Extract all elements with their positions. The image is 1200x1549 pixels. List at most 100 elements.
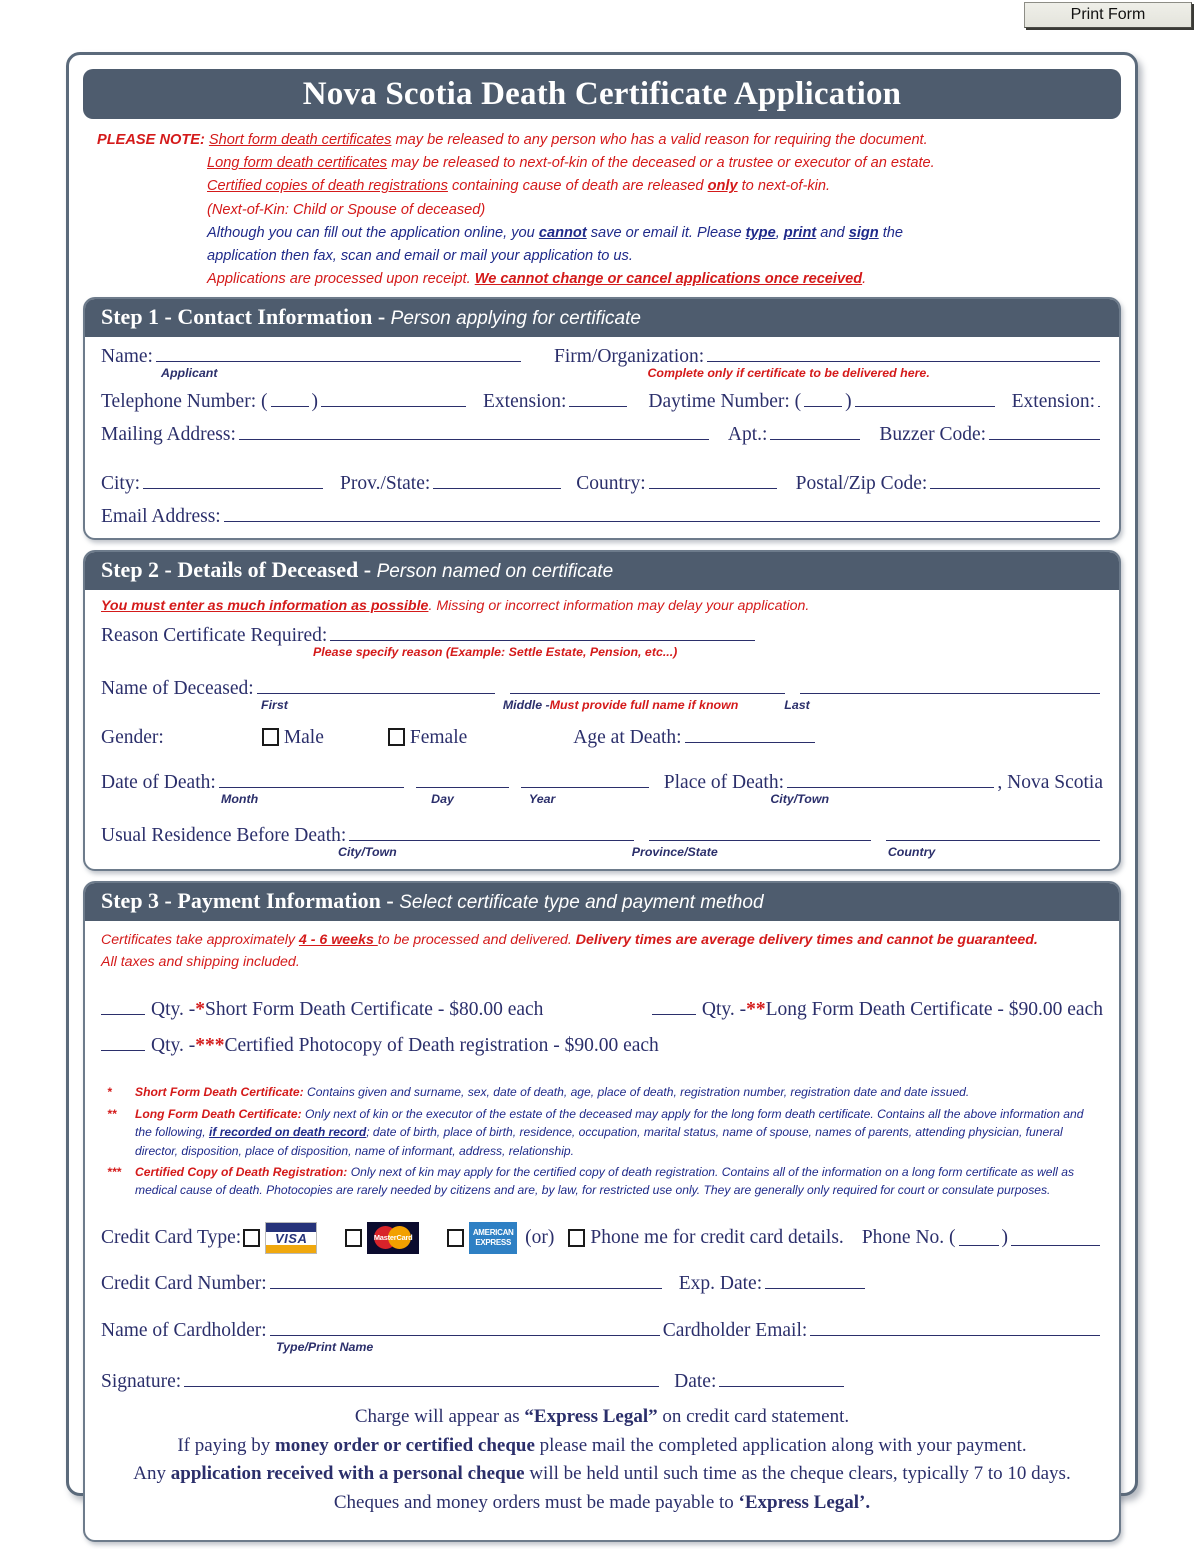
visa-checkbox[interactable]: [243, 1228, 261, 1247]
note-7-warning: We cannot change or cancel applications …: [474, 271, 863, 288]
note-2-rest: may be released to next-of-kin of the de…: [387, 155, 935, 172]
buzzer-code-input[interactable]: [989, 423, 1100, 441]
footer-2-c: please mail the completed application al…: [534, 1434, 1027, 1456]
residence-city-input[interactable]: [349, 824, 635, 842]
cardholder-caption: Type/Print Name: [276, 1339, 374, 1354]
step-3-header: Step 3 - Payment Information - Select ce…: [85, 883, 1119, 922]
telephone-input[interactable]: [321, 390, 466, 408]
firm-input[interactable]: [707, 345, 1100, 363]
daytime-area-code-input[interactable]: [804, 390, 843, 408]
qty-stars-3: ***: [195, 1035, 225, 1057]
phone-number-input[interactable]: [1011, 1229, 1100, 1247]
deceased-middle-name-input[interactable]: [509, 677, 785, 695]
footer-1-c: on credit card statement.: [657, 1405, 850, 1427]
residence-province-input[interactable]: [649, 824, 872, 842]
note-3-mid: containing cause of death are released: [447, 178, 708, 195]
telephone-area-code-input[interactable]: [270, 390, 309, 408]
age-at-death-input[interactable]: [684, 726, 815, 744]
phone-me-checkbox[interactable]: [568, 1228, 586, 1247]
credit-card-number-input[interactable]: [269, 1272, 662, 1289]
print-form-button[interactable]: Print Form: [1024, 2, 1192, 28]
cardholder-email-input[interactable]: [810, 1319, 1100, 1336]
qty-long-form: Qty. - ** Long Form Death Certificate - …: [651, 999, 1103, 1021]
city-input[interactable]: [143, 472, 324, 490]
place-of-death-input[interactable]: [787, 771, 995, 789]
country-label: Country:: [576, 473, 646, 495]
cardholder-name-label: Name of Cardholder:: [101, 1319, 267, 1341]
amex-checkbox[interactable]: [447, 1228, 465, 1247]
delivery-b: to be processed and delivered.: [377, 932, 576, 949]
phone-area-code-input[interactable]: [958, 1229, 999, 1247]
signature-date-label: Date:: [674, 1370, 717, 1392]
telephone-row: Telephone Number: ( ) Extension: Daytime…: [101, 390, 1103, 413]
please-note-label: PLEASE NOTE: [97, 132, 200, 148]
male-checkbox[interactable]: [261, 728, 279, 747]
footer-2-a: If paying by: [177, 1434, 275, 1456]
email-address-label: Email Address:: [101, 506, 221, 528]
qty-short-form-input[interactable]: [101, 1000, 145, 1016]
death-year-input[interactable]: [520, 771, 649, 789]
prov-state-input[interactable]: [433, 472, 562, 490]
mastercard-logo-text: MasterCard: [373, 1232, 413, 1242]
qty-text-2: Long Form Death Certificate - $90.00 eac…: [765, 999, 1103, 1021]
note-3-end: to next-of-kin.: [737, 178, 831, 195]
footnote-2: ** Long Form Death Certificate: Only nex…: [101, 1105, 1103, 1160]
buzzer-code-label: Buzzer Code:: [879, 424, 987, 446]
delivery-a: Certificates take approximately: [101, 932, 299, 949]
qty-long-form-input[interactable]: [651, 1000, 696, 1016]
deceased-first-name-input[interactable]: [256, 677, 495, 695]
cardholder-name-input[interactable]: [269, 1319, 660, 1336]
note-6-text: application then fax, scan and email or …: [207, 248, 633, 265]
postal-zip-input[interactable]: [930, 472, 1100, 490]
death-month-input[interactable]: [218, 771, 404, 789]
gender-row: Gender: Male Female Age at Death:: [101, 726, 1103, 749]
next-of-kin-definition: (Next-of-Kin: Child or Spouse of decease…: [207, 201, 486, 218]
email-address-input[interactable]: [223, 505, 1100, 523]
footnote-1: * Short Form Death Certificate: Contains…: [101, 1083, 1103, 1101]
mailing-address-input[interactable]: [238, 423, 709, 441]
signature-date-input[interactable]: [719, 1370, 845, 1387]
amex-logo-line1: AMERICAN: [472, 1227, 514, 1237]
death-day-input[interactable]: [415, 771, 509, 789]
mastercard-checkbox[interactable]: [345, 1228, 363, 1247]
place-of-death-label: Place of Death:: [663, 772, 784, 794]
signature-input[interactable]: [184, 1370, 660, 1387]
reason-caption: Please specify reason (Example: Settle E…: [313, 645, 678, 660]
phone-paren: ): [1001, 1226, 1009, 1248]
gender-female-option[interactable]: Female: [387, 727, 467, 749]
apt-input[interactable]: [770, 423, 861, 441]
visa-logo-text: VISA: [275, 1230, 308, 1246]
note-line-6: application then fax, scan and email or …: [97, 245, 1115, 268]
extension-label: Extension:: [483, 391, 567, 413]
country-input[interactable]: [648, 472, 777, 490]
daytime-paren: ): [845, 391, 852, 413]
extension-input[interactable]: [569, 390, 628, 408]
footnote-1-text: Contains given and surname, sex, date of…: [303, 1085, 970, 1100]
exp-date-input[interactable]: [765, 1272, 866, 1289]
name-input[interactable]: [155, 345, 521, 363]
month-caption: Month: [221, 792, 259, 807]
payment-footer: Charge will appear as “Express Legal” on…: [101, 1393, 1103, 1531]
name-firm-captions: Applicant Complete only if certificate t…: [101, 366, 1103, 380]
qty-certified-photocopy: Qty. - *** Certified Photocopy of Death …: [101, 1035, 659, 1057]
visa-icon: VISA: [265, 1221, 318, 1254]
qty-certified-photocopy-input[interactable]: [101, 1036, 145, 1052]
application-form: Nova Scotia Death Certificate Applicatio…: [66, 52, 1138, 1543]
daytime-input[interactable]: [854, 390, 995, 408]
deceased-last-name-input[interactable]: [799, 677, 1100, 695]
footnote-3-body: Certified Copy of Death Registration: On…: [135, 1163, 1103, 1200]
residence-country-input[interactable]: [886, 824, 1100, 842]
reason-input[interactable]: [330, 624, 756, 642]
phone-no-label: Phone No. (: [861, 1226, 956, 1248]
female-checkbox[interactable]: [387, 728, 405, 747]
email-row: Email Address:: [101, 505, 1103, 528]
extension2-input[interactable]: [1098, 390, 1100, 408]
last-name-caption: Last: [784, 698, 810, 713]
note-line-3: Certified copies of death registrations …: [97, 175, 1115, 198]
gender-male-option[interactable]: Male: [261, 727, 324, 749]
middle-name-caption-a: Middle -: [502, 698, 550, 713]
delivery-weeks: 4 - 6 weeks: [298, 932, 378, 949]
amex-icon: AMERICAN EXPRESS: [469, 1221, 518, 1254]
city-row: City: Prov./State: Country: Postal/Zip C…: [101, 472, 1103, 495]
qty-row-1: Qty. - * Short Form Death Certificate - …: [101, 999, 1103, 1021]
